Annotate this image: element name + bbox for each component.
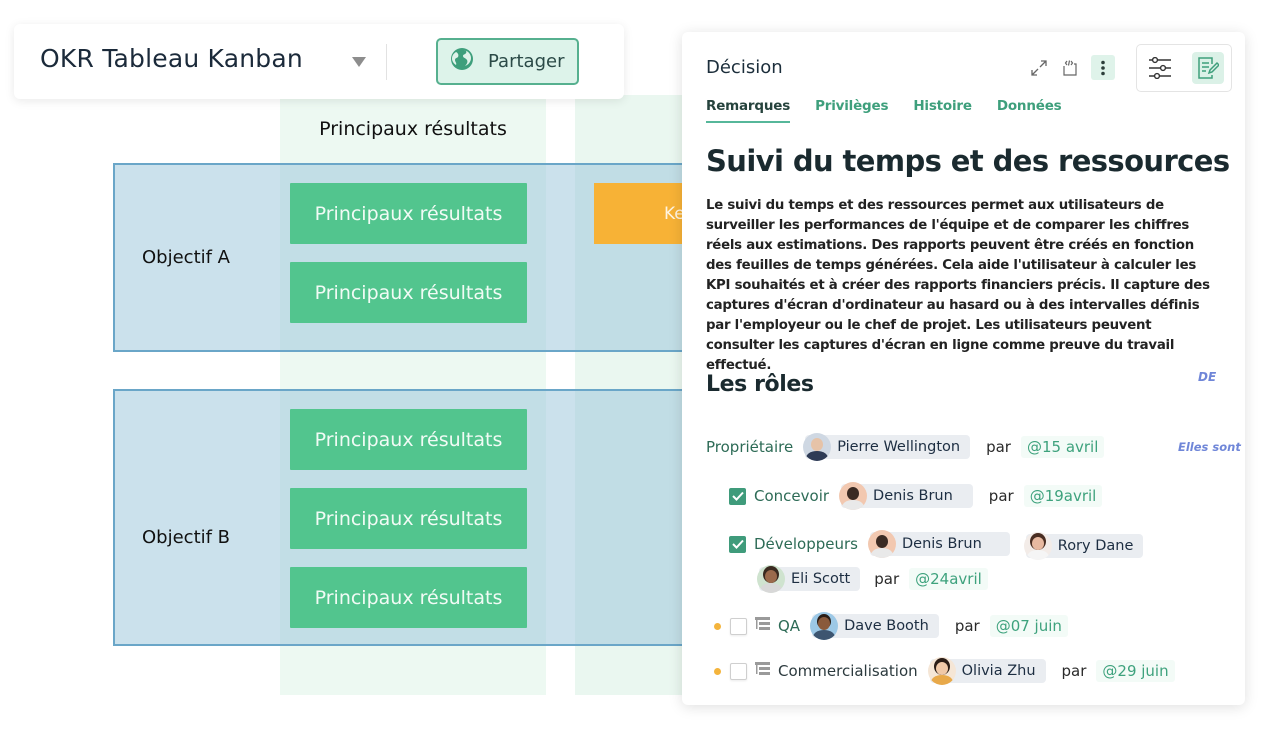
- key-result-card[interactable]: Principaux résultats: [290, 567, 527, 628]
- checkbox-unchecked[interactable]: [730, 617, 747, 635]
- avatar: [839, 482, 868, 510]
- pending-dot: [714, 622, 721, 630]
- embed-code-icon[interactable]: [1059, 57, 1081, 79]
- document-body: Le suivi du temps et des ressources perm…: [706, 198, 1210, 373]
- avatar: [868, 530, 896, 558]
- avatar: [803, 433, 832, 461]
- checkbox-unchecked[interactable]: [730, 662, 747, 680]
- subtask-tree-icon: [755, 616, 770, 636]
- due-date[interactable]: @24avril: [909, 568, 988, 590]
- subtask-tree-icon: [755, 661, 770, 681]
- person-chip[interactable]: Denis Brun: [868, 530, 1010, 558]
- tab-privileges[interactable]: Privilèges: [815, 98, 888, 123]
- panel-title: Décision: [706, 57, 783, 78]
- filter-sliders-icon[interactable]: [1144, 52, 1176, 84]
- person-chip[interactable]: Denis Brun: [839, 482, 973, 510]
- decision-panel: Décision Remarques Privilèges Histoire D…: [682, 32, 1245, 705]
- person-chip[interactable]: Dave Booth: [810, 612, 939, 640]
- person-name: Denis Brun: [873, 488, 953, 504]
- by-label: par: [1061, 662, 1087, 680]
- edit-notes-icon[interactable]: [1192, 52, 1224, 84]
- board-title: OKR Tableau Kanban: [40, 44, 303, 73]
- tag-elles-sont: Elles sont: [1178, 440, 1241, 454]
- key-result-card[interactable]: Principaux résultats: [290, 183, 527, 244]
- column-header: Principaux résultats: [319, 118, 507, 140]
- role-label: QA: [778, 617, 801, 635]
- by-label: par: [988, 487, 1014, 505]
- person-name: Dave Booth: [844, 618, 929, 634]
- person-name: Rory Dane: [1057, 538, 1134, 554]
- panel-tools: [1136, 44, 1232, 92]
- person-chip[interactable]: Pierre Wellington: [803, 433, 971, 461]
- objective-label: Objectif B: [142, 527, 231, 548]
- document-title: Suivi du temps et des ressources: [706, 144, 1230, 178]
- person-name: Olivia Zhu: [961, 663, 1036, 679]
- by-label: par: [874, 570, 900, 588]
- role-row-owner: Propriétaire Pierre Wellington par @15 a…: [706, 433, 1105, 461]
- checkbox-checked[interactable]: [729, 535, 746, 553]
- key-result-card[interactable]: Principaux résultats: [290, 262, 527, 323]
- checkbox-checked[interactable]: [729, 487, 746, 505]
- avatar: [810, 612, 839, 640]
- due-date[interactable]: @19avril: [1023, 485, 1103, 507]
- due-date[interactable]: @15 avril: [1020, 436, 1105, 458]
- tag-de: DE: [1198, 370, 1217, 384]
- by-label: par: [954, 617, 980, 635]
- person-chip[interactable]: Rory Dane: [1023, 532, 1144, 560]
- avatar: [757, 565, 785, 593]
- key-result-card[interactable]: Principaux résultats: [290, 488, 527, 549]
- share-button[interactable]: Partager: [436, 38, 579, 85]
- role-row-marketing: Commercialisation Olivia Zhu par @29 jui…: [714, 657, 1175, 685]
- role-label: Concevoir: [754, 487, 830, 505]
- board-toolbar: OKR Tableau Kanban Partager: [14, 24, 624, 99]
- role-row-qa: QA Dave Booth par @07 juin: [714, 612, 1068, 640]
- roles-heading: Les rôles: [706, 372, 814, 397]
- globe-icon: [450, 47, 474, 76]
- role-row-developers-cont: Eli Scott par @24avril: [757, 565, 988, 593]
- role-row-design: Concevoir Denis Brun par @19avril: [729, 482, 1103, 510]
- objective-label: Objectif A: [142, 247, 230, 268]
- tab-donnees[interactable]: Données: [997, 98, 1062, 123]
- role-label: Développeurs: [754, 535, 858, 553]
- person-name: Denis Brun: [902, 536, 982, 552]
- key-result-card[interactable]: Principaux résultats: [290, 409, 527, 470]
- tab-histoire[interactable]: Histoire: [913, 98, 972, 123]
- tab-remarques[interactable]: Remarques: [706, 98, 790, 123]
- role-label: Propriétaire: [706, 438, 794, 456]
- avatar: [927, 657, 956, 685]
- by-label: par: [986, 438, 1011, 456]
- person-chip[interactable]: Olivia Zhu: [927, 657, 1046, 685]
- more-vertical-icon[interactable]: [1091, 55, 1115, 80]
- person-name: Eli Scott: [791, 571, 851, 587]
- divider: [386, 44, 387, 80]
- caret-down-icon[interactable]: [352, 57, 366, 67]
- expand-icon[interactable]: [1028, 57, 1050, 79]
- due-date[interactable]: @29 juin: [1096, 660, 1175, 682]
- role-row-developers: Développeurs Denis Brun Rory Dane: [729, 530, 1159, 560]
- person-name: Pierre Wellington: [837, 439, 961, 455]
- panel-tabs: Remarques Privilèges Histoire Données: [706, 98, 1062, 123]
- due-date[interactable]: @07 juin: [989, 615, 1068, 637]
- avatar: [1023, 532, 1052, 560]
- share-label: Partager: [488, 51, 565, 72]
- role-label: Commercialisation: [778, 662, 918, 680]
- pending-dot: [714, 667, 721, 675]
- person-chip[interactable]: Eli Scott: [757, 565, 861, 593]
- key-result-card-orange[interactable]: Ke: [594, 183, 694, 244]
